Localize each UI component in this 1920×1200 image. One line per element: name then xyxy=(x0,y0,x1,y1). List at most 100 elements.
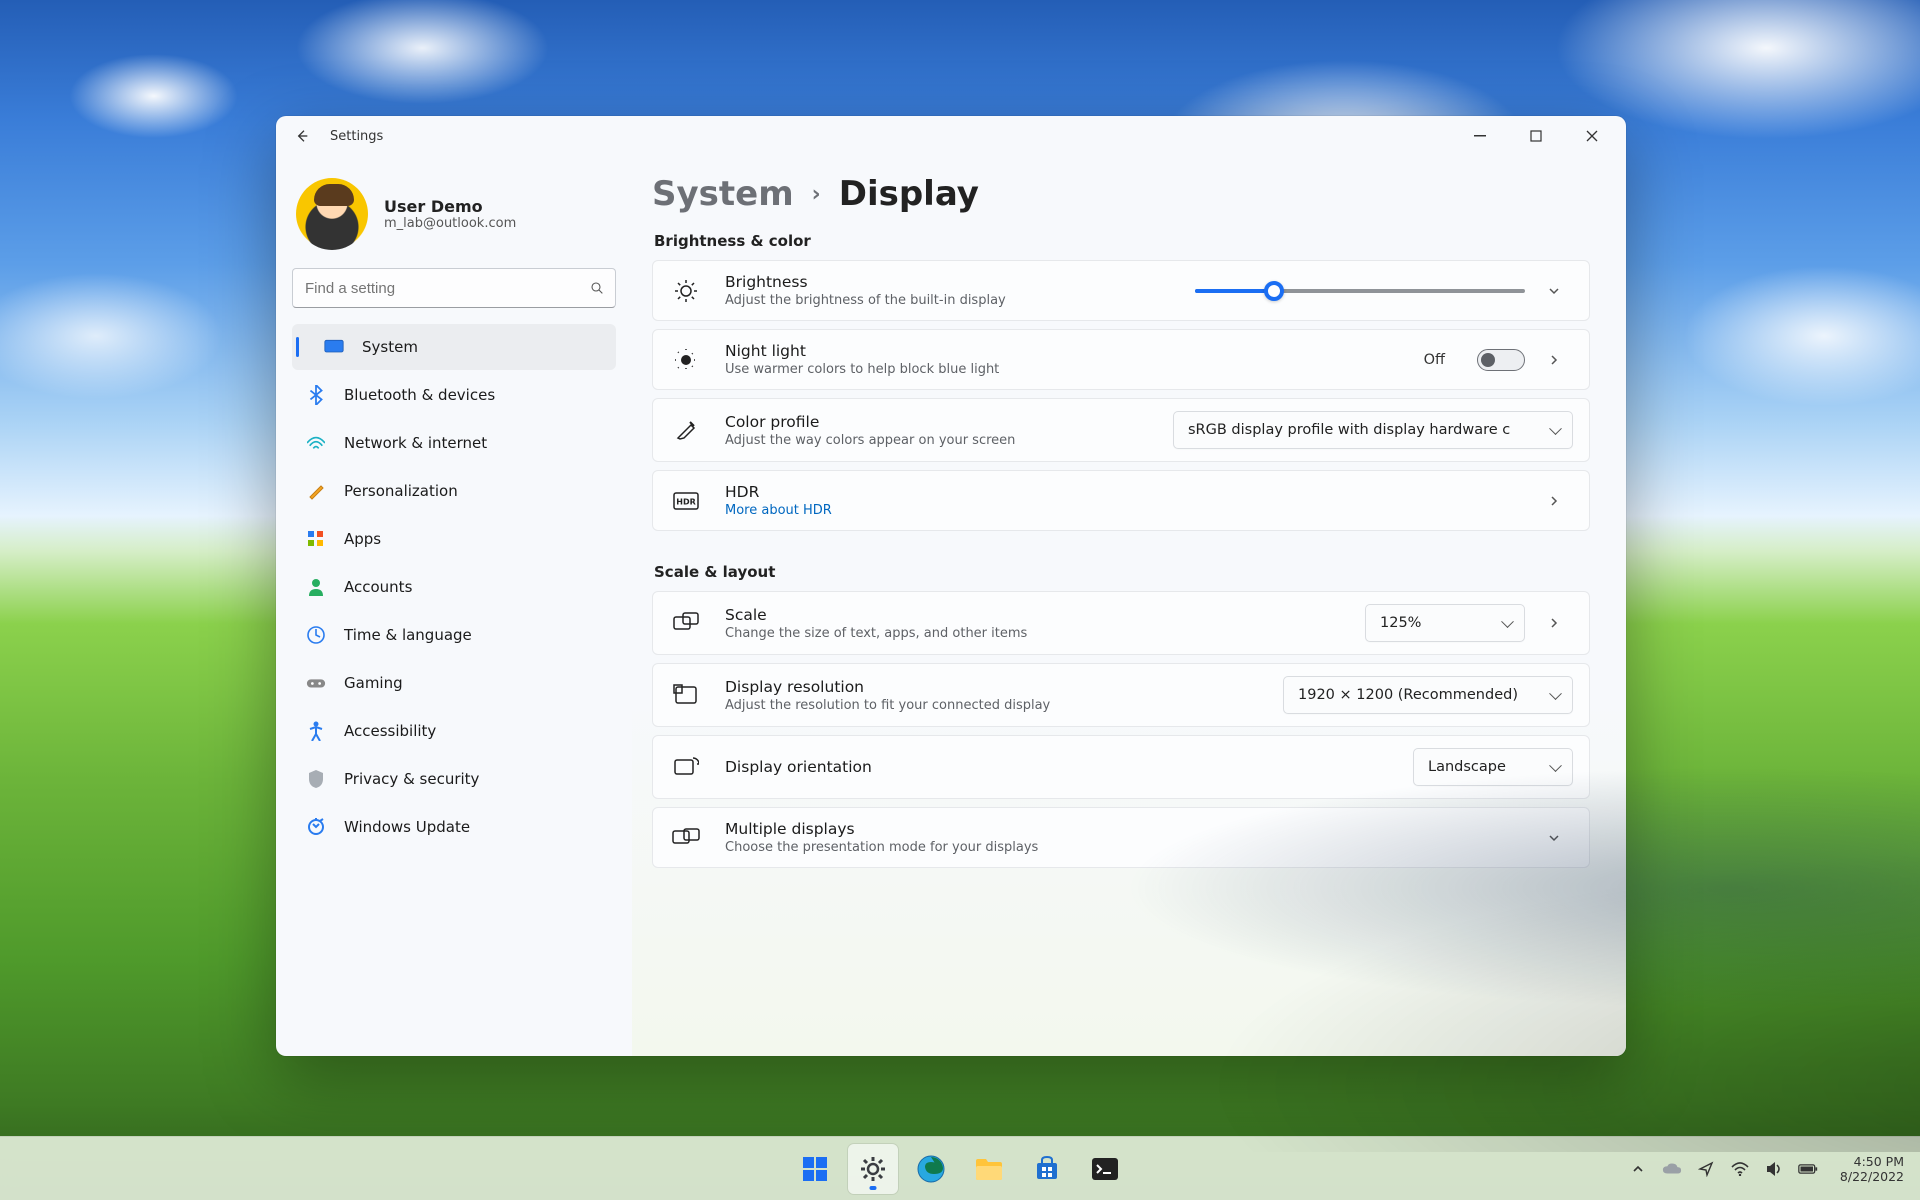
brightness-card: Brightness Adjust the brightness of the … xyxy=(652,260,1590,321)
open-hdr[interactable] xyxy=(1547,494,1573,508)
chevron-down-icon xyxy=(1547,284,1561,298)
sidebar-item-apps[interactable]: Apps xyxy=(292,516,616,562)
taskbar-terminal[interactable] xyxy=(1080,1144,1130,1194)
night-light-toggle[interactable] xyxy=(1477,349,1525,371)
close-button[interactable] xyxy=(1564,116,1620,156)
scale-subtitle: Change the size of text, apps, and other… xyxy=(725,626,1343,641)
network-icon xyxy=(306,433,326,453)
clock-time: 4:50 PM xyxy=(1840,1154,1904,1169)
tray-volume[interactable] xyxy=(1764,1159,1784,1179)
sidebar-item-system[interactable]: System xyxy=(292,324,616,370)
multi-display-subtitle: Choose the presentation mode for your di… xyxy=(725,840,1525,855)
tray-location[interactable] xyxy=(1696,1159,1716,1179)
shield-icon xyxy=(306,769,326,789)
search-box[interactable] xyxy=(292,268,616,308)
taskbar-edge[interactable] xyxy=(906,1144,956,1194)
sidebar-item-bluetooth[interactable]: Bluetooth & devices xyxy=(292,372,616,418)
night-light-state: Off xyxy=(1424,352,1445,368)
sidebar-item-label: Bluetooth & devices xyxy=(344,386,495,404)
sidebar-item-personalization[interactable]: Personalization xyxy=(292,468,616,514)
arrow-left-icon xyxy=(294,128,310,144)
profile-block[interactable]: User Demo m_lab@outlook.com xyxy=(292,168,616,268)
hdr-card[interactable]: HDR HDR More about HDR xyxy=(652,470,1590,531)
resolution-value: 1920 × 1200 (Recommended) xyxy=(1298,687,1518,703)
sidebar-item-label: Network & internet xyxy=(344,434,487,452)
tray-battery[interactable] xyxy=(1798,1159,1818,1179)
scale-dropdown[interactable]: 125% xyxy=(1365,604,1525,642)
sidebar-item-gaming[interactable]: Gaming xyxy=(292,660,616,706)
resolution-icon xyxy=(669,678,703,712)
sidebar-item-label: Time & language xyxy=(344,626,472,644)
resolution-dropdown[interactable]: 1920 × 1200 (Recommended) xyxy=(1283,676,1573,714)
close-icon xyxy=(1586,130,1598,142)
sidebar-item-label: Gaming xyxy=(344,674,403,692)
location-icon xyxy=(1698,1161,1714,1177)
window-title: Settings xyxy=(330,129,383,144)
back-button[interactable] xyxy=(288,122,316,150)
expand-multi-display[interactable] xyxy=(1547,831,1573,845)
brightness-slider[interactable] xyxy=(1195,280,1525,302)
night-light-title: Night light xyxy=(725,342,1402,360)
chevron-right-icon xyxy=(1547,616,1561,630)
taskbar-store[interactable] xyxy=(1022,1144,1072,1194)
sidebar-item-privacy[interactable]: Privacy & security xyxy=(292,756,616,802)
night-light-card[interactable]: Night light Use warmer colors to help bl… xyxy=(652,329,1590,390)
orientation-dropdown[interactable]: Landscape xyxy=(1413,748,1573,786)
tray-chevron[interactable] xyxy=(1628,1159,1648,1179)
wifi-icon xyxy=(1731,1162,1749,1176)
multi-display-icon xyxy=(669,821,703,855)
person-icon xyxy=(306,577,326,597)
hdr-icon: HDR xyxy=(669,484,703,518)
scale-card: Scale Change the size of text, apps, and… xyxy=(652,591,1590,655)
globe-clock-icon xyxy=(306,625,326,645)
resolution-title: Display resolution xyxy=(725,678,1261,696)
edge-icon xyxy=(916,1154,946,1184)
orientation-title: Display orientation xyxy=(725,758,1391,776)
sidebar-item-accounts[interactable]: Accounts xyxy=(292,564,616,610)
sidebar: User Demo m_lab@outlook.com System xyxy=(276,156,632,1056)
sidebar-item-network[interactable]: Network & internet xyxy=(292,420,616,466)
sidebar-item-accessibility[interactable]: Accessibility xyxy=(292,708,616,754)
section-brightness-label: Brightness & color xyxy=(654,232,1590,250)
chevron-down-icon xyxy=(1547,831,1561,845)
expand-button[interactable] xyxy=(1547,284,1573,298)
search-input[interactable] xyxy=(303,279,589,298)
titlebar: Settings xyxy=(276,116,1626,156)
taskbar-explorer[interactable] xyxy=(964,1144,1014,1194)
breadcrumb-current: Display xyxy=(839,174,979,214)
eyedropper-icon xyxy=(669,413,703,447)
folder-icon xyxy=(974,1156,1004,1182)
cloud-icon xyxy=(1662,1162,1682,1176)
taskbar: 4:50 PM 8/22/2022 xyxy=(0,1136,1920,1200)
tray-wifi[interactable] xyxy=(1730,1159,1750,1179)
breadcrumb: System › Display xyxy=(652,174,1590,214)
color-profile-card: Color profile Adjust the way colors appe… xyxy=(652,398,1590,462)
sidebar-item-update[interactable]: Windows Update xyxy=(292,804,616,850)
resolution-card: Display resolution Adjust the resolution… xyxy=(652,663,1590,727)
night-icon xyxy=(669,343,703,377)
tray-onedrive[interactable] xyxy=(1662,1159,1682,1179)
sidebar-item-label: Accessibility xyxy=(344,722,436,740)
system-icon xyxy=(324,337,344,357)
open-scale[interactable] xyxy=(1547,616,1573,630)
minimize-button[interactable] xyxy=(1452,116,1508,156)
multi-display-card[interactable]: Multiple displays Choose the presentatio… xyxy=(652,807,1590,868)
breadcrumb-parent[interactable]: System xyxy=(652,174,794,214)
hdr-link[interactable]: More about HDR xyxy=(725,503,1525,518)
maximize-button[interactable] xyxy=(1508,116,1564,156)
scale-value: 125% xyxy=(1380,615,1421,631)
taskbar-settings[interactable] xyxy=(848,1144,898,1194)
taskbar-right: 4:50 PM 8/22/2022 xyxy=(1628,1154,1910,1184)
color-profile-dropdown[interactable]: sRGB display profile with display hardwa… xyxy=(1173,411,1573,449)
color-profile-subtitle: Adjust the way colors appear on your scr… xyxy=(725,433,1151,448)
clock[interactable]: 4:50 PM 8/22/2022 xyxy=(1840,1154,1904,1184)
windows-icon xyxy=(801,1155,829,1183)
open-night-light[interactable] xyxy=(1547,353,1573,367)
start-button[interactable] xyxy=(790,1144,840,1194)
sun-icon xyxy=(669,274,703,308)
accessibility-icon xyxy=(306,721,326,741)
sidebar-item-time[interactable]: Time & language xyxy=(292,612,616,658)
avatar xyxy=(296,178,368,250)
main-content: System › Display Brightness & color Brig… xyxy=(632,156,1626,1056)
battery-icon xyxy=(1798,1162,1818,1176)
